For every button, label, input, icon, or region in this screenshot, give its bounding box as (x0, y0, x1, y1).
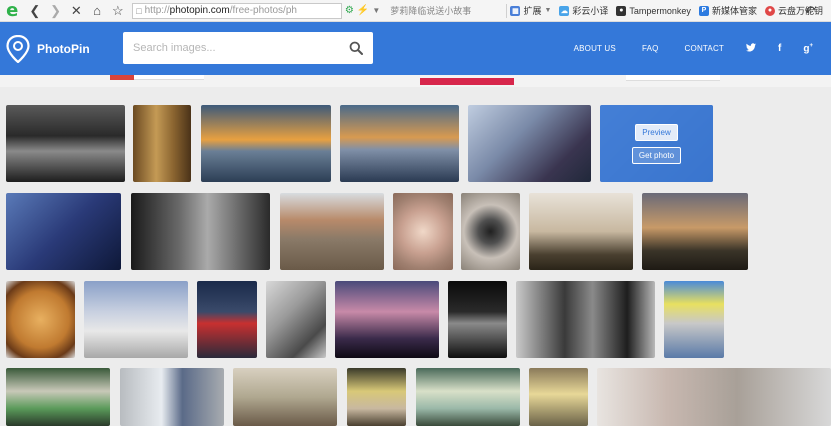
browser-search-box[interactable]: 萝莉降临说送小故事 (390, 4, 501, 17)
page-info-icon: □ (136, 5, 142, 16)
photo-sunset-silhouette[interactable] (340, 105, 459, 182)
photo-couple-bw[interactable] (516, 281, 655, 358)
url-protocol: http:// (144, 5, 170, 16)
preview-button[interactable]: Preview (635, 123, 678, 141)
image-search[interactable] (123, 32, 373, 64)
twitter-icon[interactable] (746, 42, 757, 55)
brand-name: PhotoPin (37, 41, 90, 56)
forward-icon[interactable]: ❯ (45, 1, 66, 21)
bookmark-label: 扩展 (523, 6, 542, 16)
home-icon[interactable]: ⌂ (87, 1, 108, 21)
undo-icon[interactable]: ↶ (799, 1, 821, 21)
chevron-down-icon: ▼ (544, 7, 552, 14)
photo-phone-camera-beach[interactable] (468, 105, 591, 182)
security-shield-icon[interactable]: ⚙ (345, 5, 354, 16)
translate-icon: ☁ (559, 5, 570, 16)
toolbar-divider (505, 3, 507, 18)
key-icon: ● (764, 5, 775, 16)
site-nav: ABOUT US FAQ CONTACT f g+ (548, 22, 813, 75)
browser-logo-icon: e (6, 0, 19, 21)
photo-tree-clouds[interactable] (529, 193, 633, 270)
photo-gtl-phone-3[interactable] (416, 368, 520, 426)
nav-contact[interactable]: CONTACT (685, 44, 724, 53)
photo-antique-telephone[interactable] (133, 105, 191, 182)
photo-payphone-silver[interactable] (120, 368, 224, 426)
url-host: photopin.com (169, 5, 230, 16)
media-manager-icon: P (698, 5, 709, 16)
strip-banner[interactable] (420, 78, 514, 85)
bookmark-label: 彩云小译 (572, 6, 609, 16)
favorite-star-icon[interactable]: ☆ (107, 1, 128, 21)
photo-gtl-phone-1[interactable] (6, 368, 110, 426)
bookmark-tampermonkey[interactable]: ● Tampermonkey (616, 5, 691, 16)
facebook-icon[interactable]: f (778, 43, 781, 54)
strip-red-tag (110, 75, 134, 80)
tampermonkey-icon: ● (616, 5, 627, 16)
stop-icon[interactable]: ✕ (66, 1, 87, 21)
photo-woman-hover[interactable]: Preview Get photo (600, 105, 713, 182)
search-input[interactable] (133, 42, 349, 54)
brand[interactable]: PhotoPin (6, 34, 90, 63)
bookmark-label: 新媒体管家 (711, 6, 757, 16)
photo-cafe-bw[interactable] (131, 193, 270, 270)
photo-payphone-yellow[interactable] (529, 368, 588, 426)
url-dropdown-icon[interactable]: ▼ (372, 6, 380, 15)
photo-railway-buildings[interactable] (280, 193, 384, 270)
search-icon[interactable] (349, 41, 363, 55)
nav-about-us[interactable]: ABOUT US (574, 44, 616, 53)
photo-blurred-edge[interactable] (597, 368, 831, 426)
extensions-icon: ▦ (510, 5, 521, 16)
photo-metal-gear[interactable] (461, 193, 520, 270)
photo-circular-blade[interactable] (393, 193, 453, 270)
url-bar[interactable]: □ http:// photopin.com /free-photos/ph (132, 2, 342, 19)
bookmark-translate[interactable]: ☁ 彩云小译 (559, 4, 608, 17)
photo-gallery: Preview Get photo (0, 87, 831, 426)
photo-purple-dusk[interactable] (335, 281, 439, 358)
url-path: /free-photos/ph (229, 5, 297, 16)
lightning-icon[interactable]: ⚡ (357, 5, 369, 16)
photo-modern-building[interactable] (84, 281, 188, 358)
photo-street-blur[interactable] (266, 281, 326, 358)
nav-faq[interactable]: FAQ (642, 44, 659, 53)
photo-stop-sign[interactable] (197, 281, 257, 358)
site-header: PhotoPin ABOUT US FAQ CONTACT f g+ (0, 22, 831, 75)
photo-tree-sunset[interactable] (642, 193, 748, 270)
scrolled-content-strip (0, 75, 831, 87)
photo-hover-overlay: Preview Get photo (600, 105, 713, 182)
get-photo-button[interactable]: Get photo (631, 146, 682, 164)
bookmark-label: Tampermonkey (629, 5, 691, 16)
browser-toolbar: e ❮ ❯ ✕ ⌂ ☆ □ http:// photopin.com /free… (0, 0, 831, 22)
bookmark-extensions[interactable]: ▦ 扩展 ▼ (510, 4, 551, 17)
photo-ticket-machine[interactable] (664, 281, 724, 358)
photo-gtl-phone-2[interactable] (347, 368, 406, 426)
photo-corridor[interactable] (233, 368, 337, 426)
bookmark-media-manager[interactable]: P 新媒体管家 (698, 4, 757, 17)
photo-sunset-beach[interactable] (201, 105, 331, 182)
photo-bread-loaf[interactable] (6, 281, 75, 358)
photo-storefront-bw[interactable] (6, 105, 125, 182)
photo-phone-screen-night[interactable] (6, 193, 121, 270)
strip-box (134, 75, 204, 80)
strip-box (626, 75, 720, 81)
map-pin-logo-icon (6, 34, 30, 63)
google-plus-icon[interactable]: g+ (803, 43, 813, 54)
back-icon[interactable]: ❮ (25, 1, 46, 21)
photo-dark-window[interactable] (448, 281, 507, 358)
